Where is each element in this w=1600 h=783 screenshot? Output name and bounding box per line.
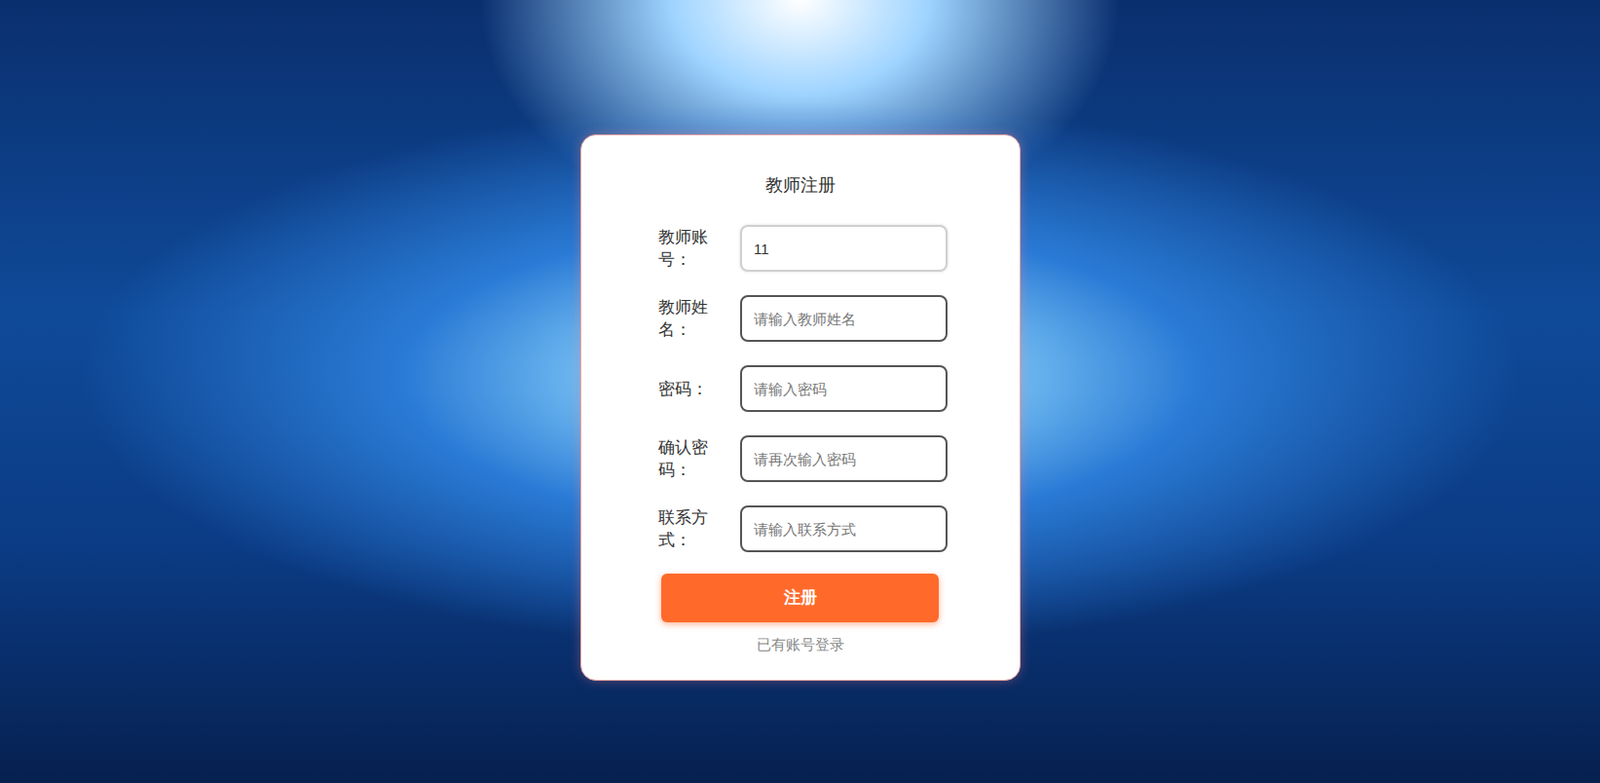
- register-button[interactable]: 注册: [661, 573, 939, 623]
- layout: 教师注册教师账号： 教师姓名： 密码： 确认密码： 联系方式： 注册已有账号登录: [0, 0, 1600, 681]
- field-label: 教师账号：: [658, 225, 719, 271]
- register-card: 教师注册教师账号： 教师姓名： 密码： 确认密码： 联系方式： 注册已有账号登录: [580, 134, 1021, 681]
- field-label: 确认密码：: [658, 436, 719, 482]
- field-label: 教师姓名：: [658, 296, 719, 341]
- form-row: 教师姓名：: [658, 295, 948, 342]
- form-row: 确认密码：: [658, 435, 948, 483]
- form-fields: 教师账号： 教师姓名： 密码： 确认密码： 联系方式：: [652, 224, 948, 553]
- text-input[interactable]: [740, 435, 948, 483]
- text-input[interactable]: [740, 505, 948, 553]
- form-row: 密码：: [658, 365, 948, 412]
- text-input[interactable]: [740, 365, 948, 412]
- field-label: 联系方式：: [658, 506, 719, 552]
- form-row: 教师账号：: [658, 224, 948, 272]
- field-label: 密码：: [658, 377, 719, 401]
- text-input[interactable]: [740, 224, 948, 272]
- page: 教师注册教师账号： 教师姓名： 密码： 确认密码： 联系方式： 注册已有账号登录: [0, 0, 1600, 783]
- form-title: 教师注册: [765, 172, 836, 198]
- form-row: 联系方式：: [658, 505, 948, 553]
- text-input[interactable]: [740, 295, 948, 342]
- login-link[interactable]: 已有账号登录: [756, 633, 845, 657]
